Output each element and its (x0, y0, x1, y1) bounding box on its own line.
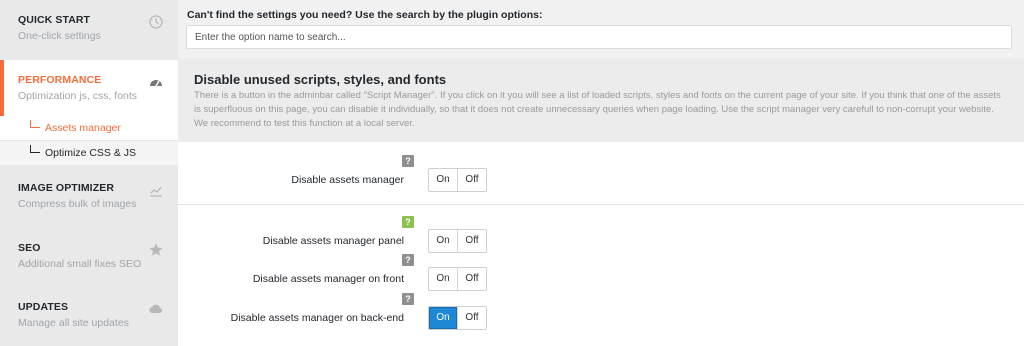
on-off-toggle: On Off (428, 306, 487, 330)
sidebar-item-updates[interactable]: UPDATES Manage all site updates (0, 301, 178, 341)
help-icon[interactable]: ? (402, 155, 414, 167)
toggle-on-button[interactable]: On (429, 230, 457, 252)
sidebar-item-quick-start[interactable]: QUICK START One-click settings (0, 14, 178, 60)
panel-title: Disable unused scripts, styles, and font… (194, 72, 447, 87)
setting-row-disable-assets-manager-on-back-end: Disable assets manager on back-end ? On … (178, 293, 1024, 330)
sidebar-item-image-optimizer[interactable]: IMAGE OPTIMIZER Compress bulk of images (0, 182, 178, 228)
toggle-off-button[interactable]: Off (457, 169, 486, 191)
subitem-label: Optimize CSS & JS (45, 147, 137, 159)
sidebar-item-subtitle: Manage all site updates (18, 317, 129, 329)
setting-label: Disable assets manager on front (252, 273, 404, 285)
setting-label: Disable assets manager panel (262, 235, 404, 247)
sidebar-item-seo[interactable]: SEO Additional small fixes SEO (0, 242, 178, 288)
cloud-icon (149, 304, 163, 314)
subitem-label: Assets manager (45, 122, 121, 134)
sidebar-item-subtitle: Optimization js, css, fonts (18, 90, 138, 102)
setting-row-disable-assets-manager: Disable assets manager ? On Off (178, 155, 1024, 192)
sidebar-item-subtitle: Additional small fixes SEO (18, 258, 142, 270)
help-icon[interactable]: ? (402, 293, 414, 305)
main-content: Can't find the settings you need? Use th… (178, 0, 1024, 346)
toggle-off-button[interactable]: Off (457, 268, 486, 290)
sidebar-subitem-assets-manager[interactable]: Assets manager (0, 116, 178, 140)
panel-description: There is a button in the adminbar called… (194, 90, 1001, 129)
subitem-arrow-icon (30, 120, 40, 128)
clock-icon (149, 15, 163, 29)
help-icon[interactable]: ? (402, 254, 414, 266)
sidebar-item-subtitle: Compress bulk of images (18, 198, 137, 210)
sidebar-item-subtitle: One-click settings (18, 30, 101, 42)
search-input[interactable] (186, 25, 1012, 49)
chart-icon (150, 186, 162, 197)
on-off-toggle: On Off (428, 267, 487, 291)
toggle-on-button[interactable]: On (429, 169, 457, 191)
on-off-toggle: On Off (428, 229, 487, 253)
sidebar: QUICK START One-click settings PERFORMAN… (0, 0, 178, 346)
subitem-arrow-icon (30, 145, 40, 153)
toggle-on-button[interactable]: On (429, 268, 457, 290)
setting-label: Disable assets manager on back-end (230, 312, 404, 324)
search-label: Can't find the settings you need? Use th… (187, 9, 543, 21)
toggle-off-button[interactable]: Off (457, 307, 486, 329)
setting-label: Disable assets manager (291, 174, 404, 186)
help-icon[interactable]: ? (402, 216, 414, 228)
toggle-off-button[interactable]: Off (457, 230, 486, 252)
toggle-on-button[interactable]: On (429, 307, 457, 329)
setting-row-disable-assets-manager-panel: Disable assets manager panel ? On Off (178, 216, 1024, 253)
sidebar-item-performance[interactable]: PERFORMANCE Optimization js, css, fonts (0, 60, 178, 116)
setting-row-disable-assets-manager-on-front: Disable assets manager on front ? On Off (178, 254, 1024, 291)
on-off-toggle: On Off (428, 168, 487, 192)
star-icon (149, 243, 163, 256)
settings-panel: Disable assets manager ? On Off Disable … (178, 142, 1024, 346)
dashboard-icon (150, 80, 162, 87)
divider (178, 204, 1024, 205)
sidebar-subitem-optimize-css-js[interactable]: Optimize CSS & JS (0, 141, 178, 165)
panel-header: Disable unused scripts, styles, and font… (178, 58, 1024, 142)
